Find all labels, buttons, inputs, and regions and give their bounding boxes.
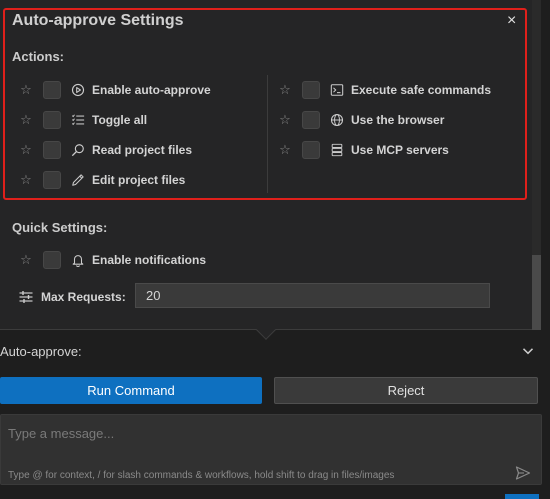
star-icon[interactable]: ☆ xyxy=(19,82,33,98)
reject-button[interactable]: Reject xyxy=(274,377,538,404)
option-use-mcp-servers: ☆ Use MCP servers xyxy=(278,140,449,160)
star-icon[interactable]: ☆ xyxy=(278,82,292,98)
send-icon[interactable] xyxy=(515,465,531,481)
option-label: Toggle all xyxy=(92,113,148,127)
option-label: Use MCP servers xyxy=(351,143,449,157)
list-check-icon xyxy=(70,112,86,128)
option-label: Edit project files xyxy=(92,173,186,187)
star-icon[interactable]: ☆ xyxy=(278,142,292,158)
scrollbar-thumb[interactable] xyxy=(532,255,541,330)
scrollbar-track[interactable] xyxy=(532,0,541,330)
panel-title: Auto-approve Settings xyxy=(12,12,184,29)
play-circle-icon xyxy=(70,82,86,98)
sliders-icon xyxy=(18,289,34,305)
option-toggle-all: ☆ Toggle all xyxy=(19,110,147,130)
pencil-icon xyxy=(70,172,86,188)
server-icon xyxy=(329,142,345,158)
bell-icon xyxy=(70,252,86,268)
message-hint: Type @ for context, / for slash commands… xyxy=(8,470,395,481)
auto-approve-label: Auto-approve: xyxy=(0,344,82,359)
option-execute-safe-commands: ☆ Execute safe commands xyxy=(278,80,491,100)
column-divider xyxy=(267,75,268,193)
max-requests-label: Max Requests: xyxy=(41,290,126,304)
close-icon[interactable]: × xyxy=(507,13,516,29)
checkbox-execute-safe-commands[interactable] xyxy=(302,81,320,99)
max-requests-input[interactable] xyxy=(135,283,490,308)
auto-approve-bar[interactable]: Auto-approve: xyxy=(0,338,550,366)
terminal-icon xyxy=(329,82,345,98)
run-command-button[interactable]: Run Command xyxy=(0,377,262,404)
checkbox-use-the-browser[interactable] xyxy=(302,111,320,129)
message-input[interactable]: Type a message... Type @ for context, / … xyxy=(0,414,542,485)
option-label: Enable notifications xyxy=(92,253,207,267)
chevron-down-icon[interactable] xyxy=(521,344,535,358)
option-edit-project-files: ☆ Edit project files xyxy=(19,170,185,190)
star-icon[interactable]: ☆ xyxy=(19,172,33,188)
search-icon xyxy=(70,142,86,158)
option-label: Enable auto-approve xyxy=(92,83,211,97)
star-icon[interactable]: ☆ xyxy=(19,252,33,268)
checkbox-read-project-files[interactable] xyxy=(43,141,61,159)
option-enable-auto-approve: ☆ Enable auto-approve xyxy=(19,80,211,100)
option-read-project-files: ☆ Read project files xyxy=(19,140,192,160)
option-use-the-browser: ☆ Use the browser xyxy=(278,110,444,130)
option-enable-notifications: ☆ Enable notifications xyxy=(19,250,206,270)
star-icon[interactable]: ☆ xyxy=(278,112,292,128)
option-label: Read project files xyxy=(92,143,193,157)
option-label: Use the browser xyxy=(351,113,445,127)
quick-settings-label: Quick Settings: xyxy=(12,220,108,235)
message-placeholder: Type a message... xyxy=(8,426,115,441)
actions-label: Actions: xyxy=(12,49,64,64)
checkbox-enable-notifications[interactable] xyxy=(43,251,61,269)
star-icon[interactable]: ☆ xyxy=(19,112,33,128)
auto-approve-settings-panel: Auto-approve Settings × Actions: ☆ Enabl… xyxy=(0,0,541,330)
star-icon[interactable]: ☆ xyxy=(19,142,33,158)
checkbox-edit-project-files[interactable] xyxy=(43,171,61,189)
option-label: Execute safe commands xyxy=(351,83,492,97)
checkbox-toggle-all[interactable] xyxy=(43,111,61,129)
status-accent xyxy=(505,494,539,499)
globe-icon xyxy=(329,112,345,128)
checkbox-enable-auto-approve[interactable] xyxy=(43,81,61,99)
checkbox-use-mcp-servers[interactable] xyxy=(302,141,320,159)
